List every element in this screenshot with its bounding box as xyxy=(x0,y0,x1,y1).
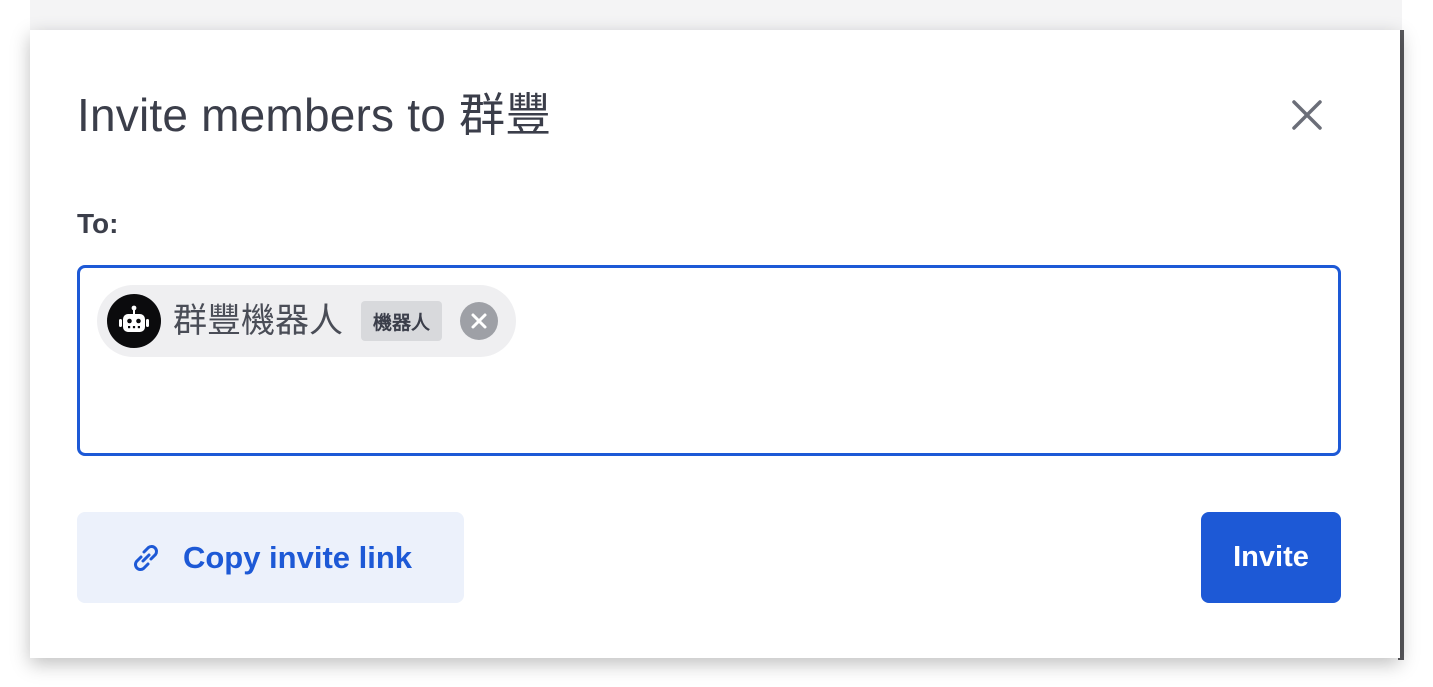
background-app xyxy=(30,0,1402,32)
bot-badge: 機器人 xyxy=(361,301,443,341)
copy-invite-link-label: Copy invite link xyxy=(182,539,413,575)
close-button[interactable] xyxy=(1284,92,1330,138)
remove-recipient-button[interactable] xyxy=(460,302,499,340)
invite-dialog: Invite members to 群豐 To: 群豐機器人 機器人 Copy … xyxy=(30,30,1400,658)
close-icon xyxy=(1292,100,1322,130)
dialog-title: Invite members to 群豐 xyxy=(77,89,552,141)
invite-button-label: Invite xyxy=(1233,541,1309,573)
recipient-name: 群豐機器人 xyxy=(173,301,343,341)
recipients-input[interactable]: 群豐機器人 機器人 xyxy=(77,265,1341,456)
robot-icon xyxy=(119,305,149,332)
recipient-chip: 群豐機器人 機器人 xyxy=(97,285,517,357)
link-icon xyxy=(133,544,158,571)
copy-invite-link-button[interactable]: Copy invite link xyxy=(77,512,464,603)
invite-button[interactable]: Invite xyxy=(1201,512,1341,603)
avatar xyxy=(107,294,161,348)
to-label: To: xyxy=(77,208,119,239)
close-icon xyxy=(471,313,487,329)
